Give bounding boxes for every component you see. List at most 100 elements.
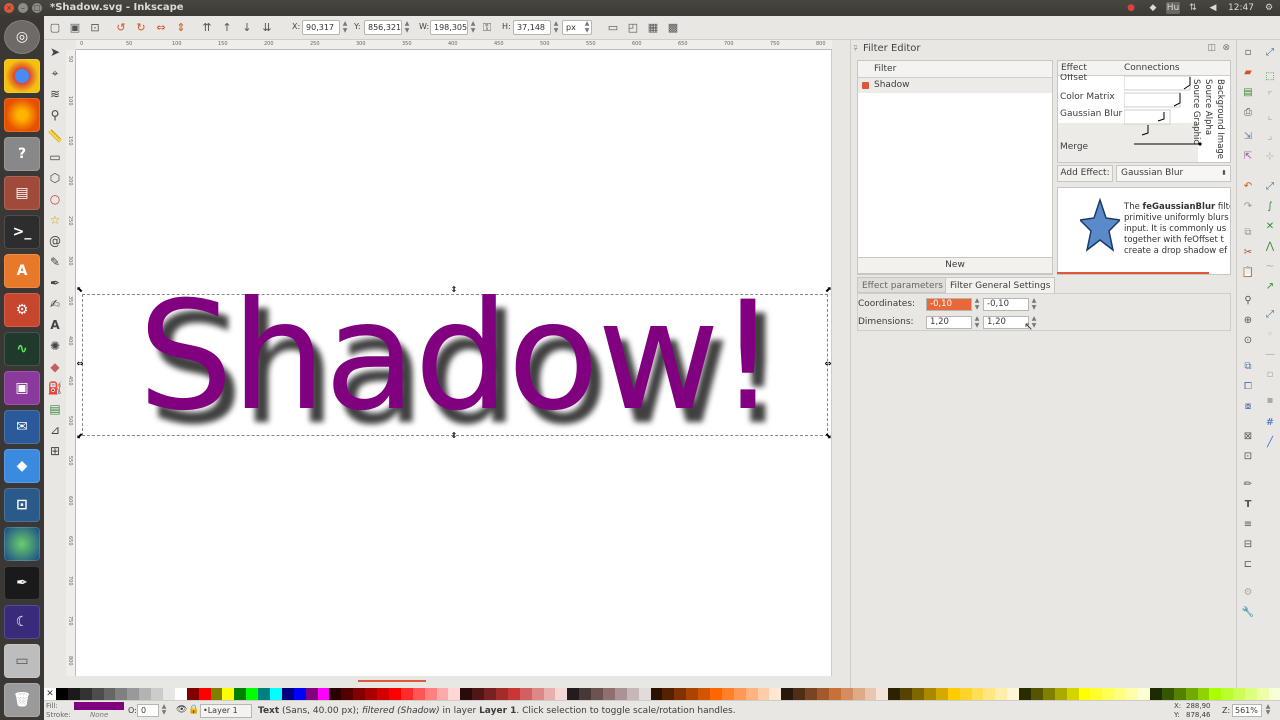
palette-swatch[interactable] xyxy=(258,688,271,700)
maximize-window-button[interactable]: □ xyxy=(32,3,42,13)
handle-bottom-right[interactable]: ⬊ xyxy=(824,432,832,440)
palette-swatch[interactable] xyxy=(959,688,972,700)
palette-swatch[interactable] xyxy=(1149,688,1162,700)
system-settings-icon[interactable]: ⚙ xyxy=(4,293,40,327)
terminal-icon[interactable]: >_ xyxy=(4,215,40,249)
palette-swatch[interactable] xyxy=(1161,688,1174,700)
snap-centers-icon[interactable]: ⤢ xyxy=(1263,308,1277,322)
palette-swatch[interactable] xyxy=(924,688,936,700)
palette-swatch[interactable] xyxy=(270,688,282,700)
undo-icon[interactable]: ↶ xyxy=(1241,180,1255,194)
text-tool-icon[interactable]: A xyxy=(47,317,63,333)
calligraphy-tool-icon[interactable]: ✍ xyxy=(47,296,63,312)
width-spinner[interactable]: ▲ ▼ xyxy=(469,20,477,35)
zoom-page-icon[interactable]: ⊙ xyxy=(1241,334,1255,348)
palette-swatch[interactable] xyxy=(745,688,758,700)
effect-row-gaussian-blur[interactable]: Gaussian Blur xyxy=(1060,107,1124,122)
keyboard-layout-indicator[interactable]: Hu xyxy=(1166,2,1180,14)
palette-swatch[interactable] xyxy=(377,688,389,700)
3d-box-tool-icon[interactable]: ⬡ xyxy=(47,170,63,186)
dash-icon[interactable]: ◎ xyxy=(4,20,40,54)
y-input[interactable]: 856,321 xyxy=(364,20,402,35)
document-properties-icon[interactable]: ⚙ xyxy=(1241,586,1255,600)
palette-swatch[interactable] xyxy=(1007,688,1020,700)
workspace-switcher-icon[interactable]: ▣ xyxy=(4,371,40,405)
palette-swatch[interactable] xyxy=(793,688,806,700)
snap-bbox-midpoints-icon[interactable]: ⌟ xyxy=(1263,130,1277,144)
palette-swatch[interactable] xyxy=(650,688,663,700)
print-icon[interactable]: ⎙ xyxy=(1241,106,1255,120)
connector-tool-icon[interactable]: ⊞ xyxy=(47,443,63,459)
pencil-tool-icon[interactable]: ✎ xyxy=(47,254,63,270)
bucket-fill-tool-icon[interactable]: ⛽ xyxy=(47,380,63,396)
palette-swatch[interactable] xyxy=(935,688,948,700)
palette-swatch[interactable] xyxy=(817,688,829,700)
vertical-ruler[interactable]: 50 100 150 200 250 300 350 400 450 500 550 600 650 70… xyxy=(66,50,76,676)
spiral-tool-icon[interactable]: @ xyxy=(47,233,63,249)
palette-swatch[interactable] xyxy=(1233,688,1246,700)
shadow-text-object[interactable]: Shadow! xyxy=(138,282,778,432)
app-icon[interactable]: ⊡ xyxy=(4,488,40,522)
palette-swatch[interactable] xyxy=(365,688,378,700)
palette-swatch[interactable] xyxy=(888,688,901,700)
dimensions-width-spinner[interactable]: ▲ ▼ xyxy=(973,315,981,330)
rotate-cw-icon[interactable]: ↻ xyxy=(134,21,148,35)
snap-bbox-corners-icon[interactable]: ⌞ xyxy=(1263,110,1277,124)
system-monitor-icon[interactable]: ∿ xyxy=(4,332,40,366)
palette-swatch[interactable] xyxy=(1173,688,1186,700)
handle-top-right[interactable]: ⬈ xyxy=(824,286,832,294)
close-window-button[interactable]: × xyxy=(4,3,14,13)
node-tool-icon[interactable]: ⌖ xyxy=(47,65,63,81)
palette-swatch[interactable] xyxy=(91,688,104,700)
palette-swatch[interactable] xyxy=(1078,688,1091,700)
height-spinner[interactable]: ▲ ▼ xyxy=(552,20,560,35)
duplicate-icon[interactable]: ⧉ xyxy=(1241,360,1255,374)
hide-layer-icon[interactable]: 👁 xyxy=(176,705,187,715)
transform-patterns-icon[interactable]: ▩ xyxy=(666,21,680,35)
layers-icon[interactable]: ≡ xyxy=(1241,518,1255,532)
xml-editor-icon[interactable]: ⊟ xyxy=(1241,538,1255,552)
palette-swatch[interactable] xyxy=(579,688,592,700)
palette-swatch[interactable] xyxy=(329,688,342,700)
snap-grid-icon[interactable]: # xyxy=(1263,416,1277,430)
palette-swatch[interactable] xyxy=(686,688,699,700)
snap-bbox-icon[interactable]: ⬚ xyxy=(1263,70,1277,84)
palette-swatch[interactable] xyxy=(852,688,865,700)
palette-swatch[interactable] xyxy=(234,688,247,700)
fill-indicator[interactable] xyxy=(74,702,124,710)
palette-swatch[interactable] xyxy=(1042,688,1055,700)
palette-swatch[interactable] xyxy=(56,688,68,700)
clone-icon[interactable]: ⧠ xyxy=(1241,380,1255,394)
palette-swatch[interactable] xyxy=(1209,688,1222,700)
palette-swatch[interactable] xyxy=(1126,688,1139,700)
snap-others-icon[interactable]: ▪ xyxy=(1263,394,1277,408)
palette-swatch[interactable] xyxy=(757,688,770,700)
trash-icon[interactable]: 🗑 xyxy=(4,683,40,717)
handle-top-left[interactable]: ⬉ xyxy=(76,286,84,294)
palette-swatch[interactable] xyxy=(805,688,817,700)
close-panel-icon[interactable]: ⊗ xyxy=(1222,43,1230,53)
palette-swatch[interactable] xyxy=(210,688,223,700)
gradient-tool-icon[interactable]: ▤ xyxy=(47,401,63,417)
palette-swatch[interactable] xyxy=(127,688,140,700)
palette-swatch[interactable] xyxy=(1114,688,1127,700)
tweak-tool-icon[interactable]: ≋ xyxy=(47,86,63,102)
palette-swatch[interactable] xyxy=(543,688,556,700)
handle-left[interactable]: ⇔ xyxy=(76,360,84,368)
palette-swatch[interactable] xyxy=(567,688,580,700)
scroll-thumb[interactable] xyxy=(358,680,426,682)
dropbox-tray-icon[interactable]: ◆ xyxy=(1146,0,1160,16)
snap-paths-icon[interactable]: ∫ xyxy=(1263,200,1277,214)
palette-swatch[interactable] xyxy=(472,688,485,700)
align-distribute-icon[interactable]: ⊏ xyxy=(1241,558,1255,572)
palette-swatch[interactable] xyxy=(115,688,128,700)
select-all-layers-icon[interactable]: ▣ xyxy=(68,21,82,35)
text-font-icon[interactable]: T xyxy=(1241,498,1255,512)
filter-column-header[interactable]: Filter xyxy=(858,61,1052,78)
selector-tool-icon[interactable]: ➤ xyxy=(47,44,63,60)
snap-cusp-nodes-icon[interactable]: ⋀ xyxy=(1263,240,1277,254)
tab-filter-general-settings[interactable]: Filter General Settings xyxy=(945,277,1056,293)
palette-swatch[interactable] xyxy=(1090,688,1103,700)
palette-swatch[interactable] xyxy=(721,688,734,700)
star-tool-icon[interactable]: ☆ xyxy=(47,212,63,228)
